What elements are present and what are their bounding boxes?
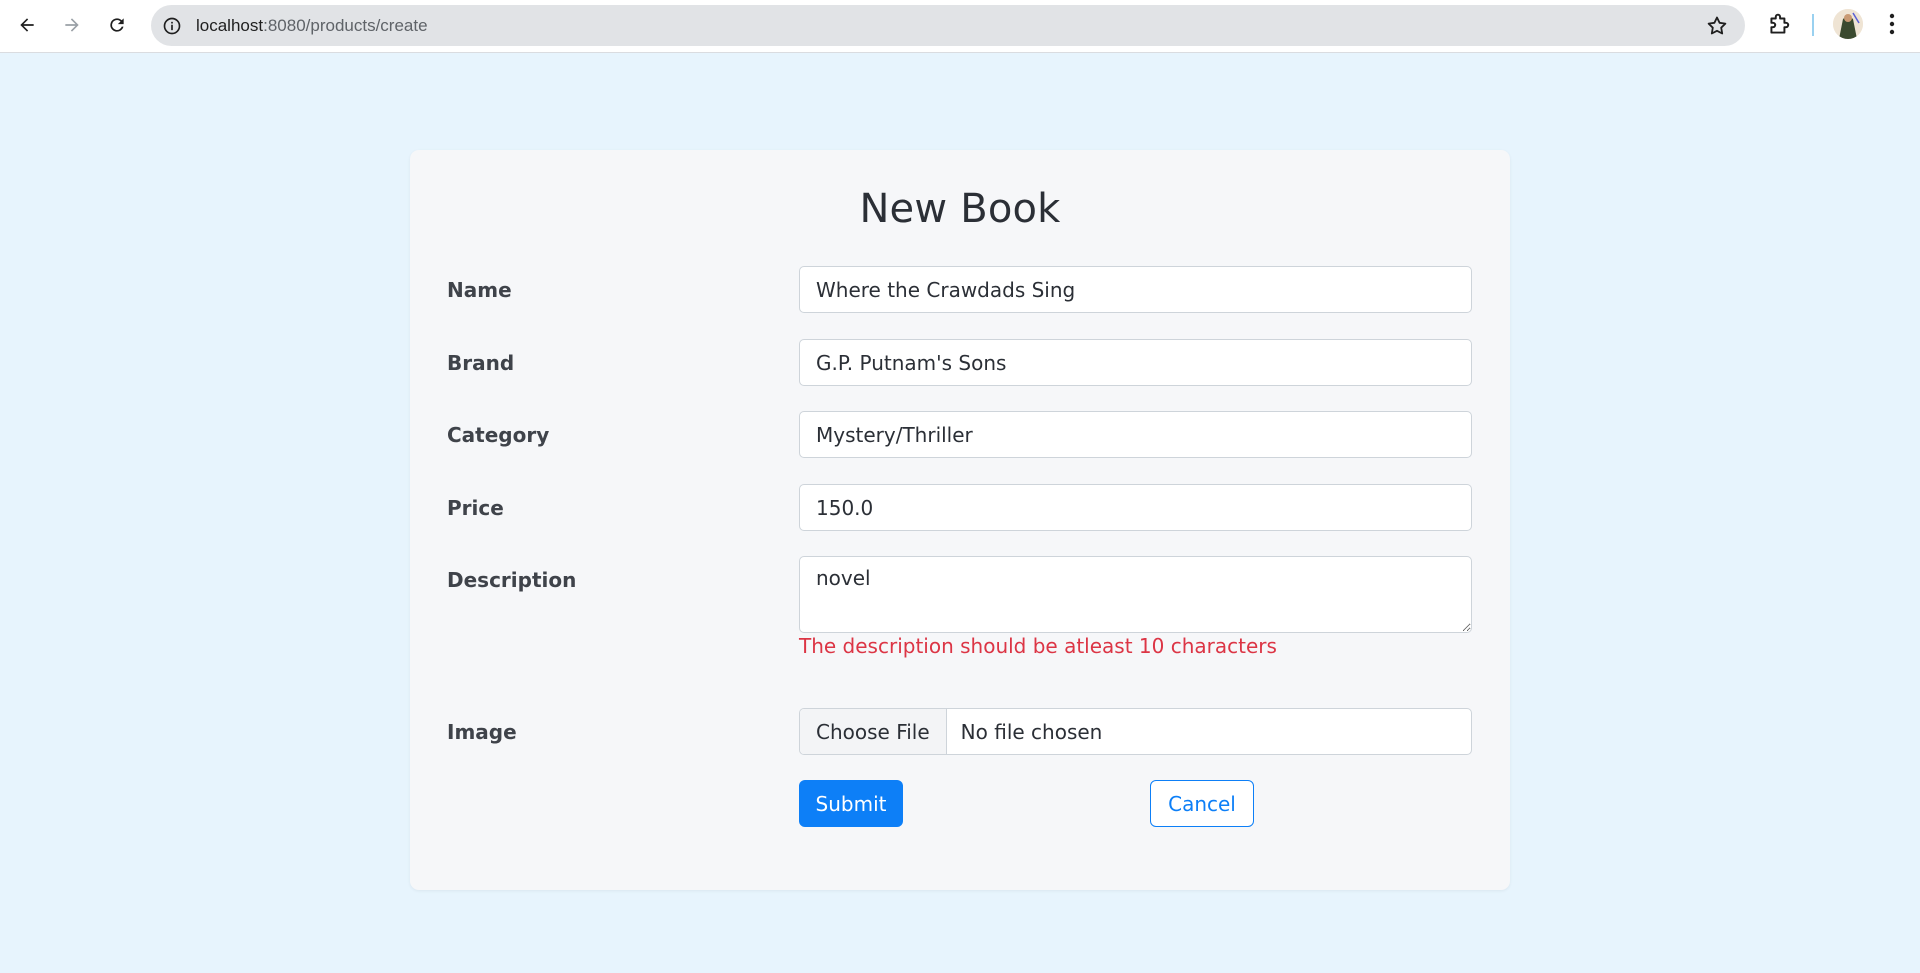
description-textarea[interactable]: novel bbox=[799, 556, 1472, 633]
back-button[interactable] bbox=[9, 9, 45, 41]
profile-avatar[interactable] bbox=[1833, 9, 1863, 39]
reload-button[interactable] bbox=[99, 9, 135, 41]
address-bar[interactable]: localhost:8080/products/create bbox=[151, 5, 1745, 46]
description-label: Description bbox=[447, 568, 577, 592]
image-file-input[interactable]: Choose File No file chosen bbox=[799, 708, 1472, 755]
url-text[interactable]: localhost:8080/products/create bbox=[196, 16, 428, 36]
more-vert-icon[interactable] bbox=[1880, 11, 1904, 37]
name-input[interactable] bbox=[799, 266, 1472, 313]
category-label: Category bbox=[447, 423, 550, 447]
description-error-message: The description should be atleast 10 cha… bbox=[799, 634, 1277, 658]
site-info-icon[interactable] bbox=[161, 15, 182, 36]
toolbar-divider bbox=[1812, 14, 1814, 36]
brand-label: Brand bbox=[447, 351, 515, 375]
category-input[interactable] bbox=[799, 411, 1472, 458]
page-title: New Book bbox=[859, 186, 1061, 232]
price-label: Price bbox=[447, 496, 504, 520]
image-label: Image bbox=[447, 720, 517, 744]
bookmark-star-icon[interactable] bbox=[1705, 14, 1729, 38]
url-path: :8080/products/create bbox=[263, 16, 428, 35]
url-host: localhost bbox=[196, 16, 264, 35]
new-book-form-card: New Book Name Brand Category Price Descr… bbox=[410, 150, 1510, 890]
price-input[interactable] bbox=[799, 484, 1472, 531]
reload-icon bbox=[110, 18, 124, 32]
arrow-right-icon bbox=[65, 18, 79, 32]
choose-file-button[interactable]: Choose File bbox=[800, 709, 947, 754]
submit-button[interactable]: Submit bbox=[799, 780, 903, 827]
arrow-left-icon bbox=[20, 18, 34, 32]
cancel-button[interactable]: Cancel bbox=[1150, 780, 1254, 827]
browser-toolbar: localhost:8080/products/create bbox=[0, 0, 1920, 53]
forward-button[interactable] bbox=[54, 9, 90, 41]
brand-input[interactable] bbox=[799, 339, 1472, 386]
extensions-puzzle-icon[interactable] bbox=[1766, 12, 1792, 38]
file-status-text: No file chosen bbox=[960, 719, 1103, 744]
name-label: Name bbox=[447, 278, 512, 302]
